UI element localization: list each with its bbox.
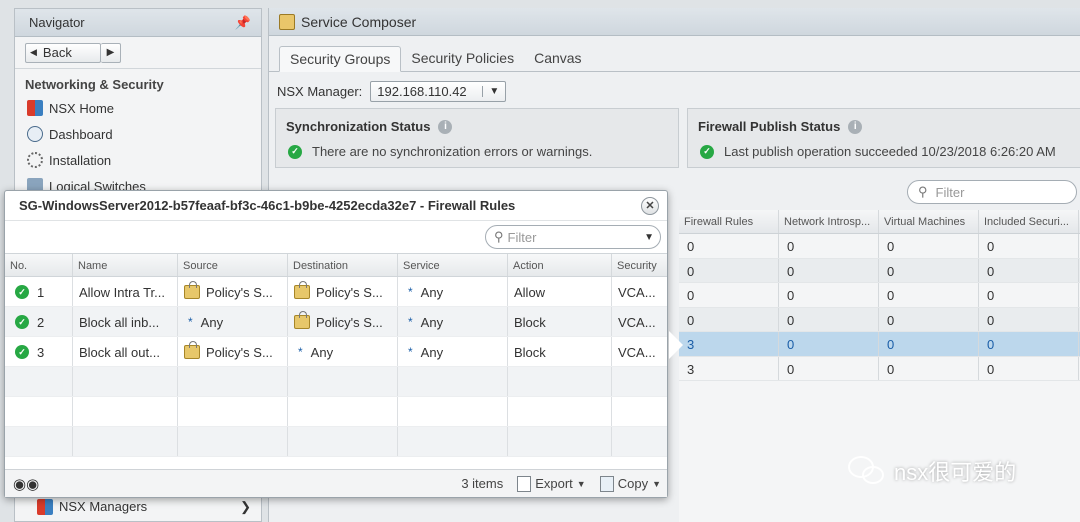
nsx-managers-icon xyxy=(37,498,53,515)
check-circle-icon: ✓ xyxy=(15,345,29,359)
chevron-down-icon: ▼ xyxy=(576,478,586,489)
binoculars-icon[interactable]: ◉◉ xyxy=(13,475,39,493)
dashboard-icon xyxy=(27,126,43,142)
nav-section-title: Networking & Security xyxy=(25,77,164,92)
any-icon: * xyxy=(408,315,413,329)
tab-canvas[interactable]: Canvas xyxy=(524,45,591,71)
firewall-rules-popup: SG-WindowsServer2012-b57feaaf-bf3c-46c1-… xyxy=(4,190,683,498)
popup-pointer xyxy=(669,331,683,359)
export-button[interactable]: Export ▼ xyxy=(517,475,586,492)
table-row[interactable]: 3000 xyxy=(679,356,1080,381)
nsx-manager-select[interactable]: 192.168.110.42 ▼ xyxy=(370,80,507,102)
column-header-no[interactable]: No. xyxy=(5,254,73,276)
close-icon[interactable]: ✕ xyxy=(641,196,659,215)
watermark: nsx很可爱的 xyxy=(848,454,1016,488)
check-circle-icon: ✓ xyxy=(15,285,29,299)
back-arrow-icon: ◀ xyxy=(30,47,37,57)
column-header-action[interactable]: Action xyxy=(508,254,612,276)
column-header-service[interactable]: Service xyxy=(398,254,508,276)
security-groups-filter-input[interactable]: ⚲ Filter xyxy=(907,180,1077,204)
any-icon: * xyxy=(408,345,413,359)
table-row[interactable]: ✓ 1 Allow Intra Tr... Policy's S... Polic… xyxy=(5,277,667,307)
table-row[interactable]: 0000 xyxy=(679,283,1080,308)
table-row-selected[interactable]: 3000 xyxy=(679,332,1080,357)
table-row[interactable]: 0000 xyxy=(679,307,1080,332)
chevron-down-icon: ▼ xyxy=(482,85,499,97)
check-circle-icon: ✓ xyxy=(15,315,29,329)
popup-filter-input[interactable]: ⚲ Filter ▼ xyxy=(485,225,661,249)
column-header-source[interactable]: Source xyxy=(178,254,288,276)
table-row[interactable]: ✓ 2 Block all inb... * Any Policy's S... *… xyxy=(5,307,667,337)
sidebar-item-nsx-home[interactable]: NSX Home xyxy=(15,95,261,121)
chevron-right-icon: ❯ xyxy=(240,498,251,514)
tab-security-policies[interactable]: Security Policies xyxy=(401,45,524,71)
check-circle-icon: ✓ xyxy=(700,144,714,159)
table-row[interactable]: 0000 xyxy=(679,234,1080,259)
empty-row xyxy=(5,427,667,457)
policy-icon xyxy=(184,341,200,359)
chevron-down-icon: ▼ xyxy=(652,478,661,489)
tab-security-groups[interactable]: Security Groups xyxy=(279,46,402,72)
forward-arrow-icon: ▶ xyxy=(106,47,115,58)
nsx-home-icon xyxy=(27,100,43,116)
column-header-name[interactable]: Name xyxy=(73,254,178,276)
popup-footer: ◉◉ 3 items Export ▼ Copy ▼ xyxy=(5,469,667,497)
column-header-destination[interactable]: Destination xyxy=(288,254,398,276)
column-header[interactable]: Firewall Rules xyxy=(679,210,779,233)
any-icon: * xyxy=(298,345,303,359)
service-composer-icon xyxy=(279,13,295,30)
firewall-rules-grid: No. Name Source Destination Service Acti… xyxy=(5,253,667,457)
policy-icon xyxy=(294,281,310,299)
sidebar-item-installation[interactable]: Installation xyxy=(15,147,261,173)
search-icon: ⚲ xyxy=(494,229,504,244)
sidebar-item-dashboard[interactable]: Dashboard xyxy=(15,121,261,147)
item-count: 3 items xyxy=(461,476,504,491)
firewall-status-box: Firewall Publish Status i ✓ Last publish… xyxy=(687,108,1080,168)
copy-button[interactable]: Copy ▼ xyxy=(599,475,661,492)
wechat-icon xyxy=(848,454,888,488)
any-icon: * xyxy=(408,285,413,299)
service-composer-header: Service Composer xyxy=(269,8,1080,36)
info-icon[interactable]: i xyxy=(438,119,453,134)
chevron-down-icon[interactable]: ▼ xyxy=(644,232,654,243)
nsx-manager-label: NSX Manager: xyxy=(277,83,363,99)
back-button[interactable]: ◀ Back xyxy=(25,42,101,63)
table-row[interactable]: ✓ 3 Block all out... Policy's S... * Any *… xyxy=(5,337,667,367)
empty-row xyxy=(5,367,667,397)
column-header[interactable]: Virtual Machines xyxy=(879,210,979,233)
empty-row xyxy=(5,397,667,427)
navigator-header: Navigator 📌 xyxy=(15,9,261,37)
check-circle-icon: ✓ xyxy=(288,144,302,159)
column-header[interactable]: Network Introsp... xyxy=(779,210,879,233)
policy-icon xyxy=(184,281,200,299)
policy-icon xyxy=(294,311,310,329)
table-row[interactable]: 0000 xyxy=(679,258,1080,283)
info-icon[interactable]: i xyxy=(848,119,863,134)
forward-button[interactable]: ▶ xyxy=(101,42,121,63)
search-icon: ⚲ xyxy=(918,184,928,199)
pin-icon[interactable]: 📌 xyxy=(235,15,251,31)
tab-bar: Security Groups Security Policies Canvas xyxy=(269,36,1080,72)
column-header[interactable]: Included Securi... xyxy=(979,210,1079,233)
popup-title: SG-WindowsServer2012-b57feaaf-bf3c-46c1-… xyxy=(19,198,516,213)
navigator-title: Navigator xyxy=(29,15,85,30)
any-icon: * xyxy=(188,315,193,329)
installation-icon xyxy=(27,152,43,168)
sync-status-box: Synchronization Status i ✓ There are no … xyxy=(275,108,679,168)
copy-icon xyxy=(599,475,614,492)
export-icon xyxy=(517,475,532,492)
column-header-security[interactable]: Security xyxy=(612,254,667,276)
